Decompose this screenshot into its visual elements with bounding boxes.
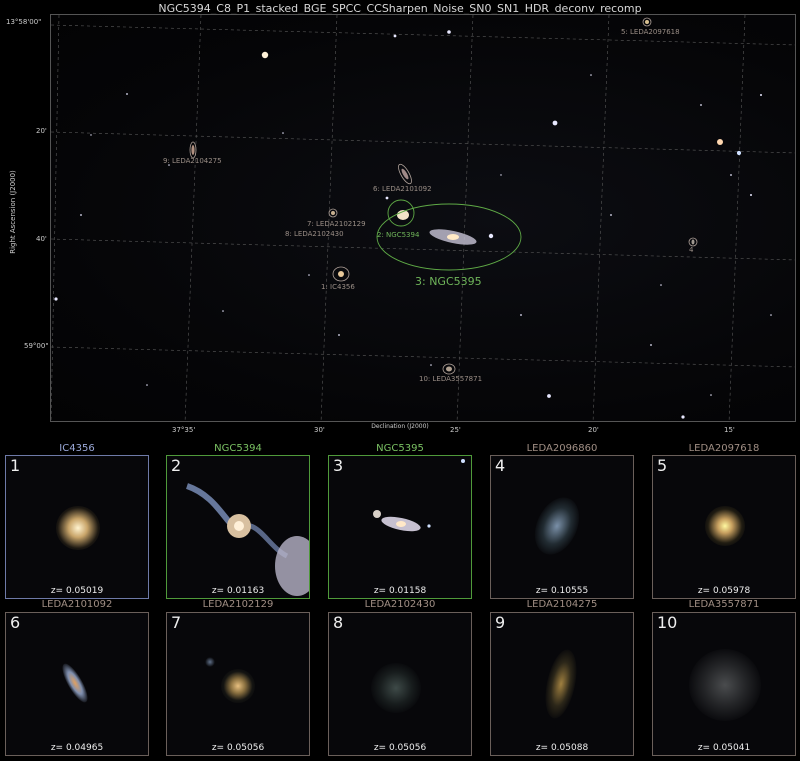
- galaxy-image: [221, 669, 255, 703]
- sky-field-image: 5: LEDA2097618 9: LEDA2104275 6: LEDA210…: [50, 14, 796, 422]
- thumb-number: 6: [10, 613, 21, 632]
- thumbnail-ngc5395: 3 z= 0.01158: [328, 455, 472, 599]
- thumb-number: 8: [333, 613, 344, 632]
- galaxy-image: [526, 490, 588, 562]
- thumb-name: NGC5394: [214, 443, 262, 454]
- thumb-number: 4: [495, 456, 506, 475]
- thumb-name: IC4356: [59, 443, 95, 454]
- thumb-name: LEDA2102129: [202, 599, 274, 610]
- y-tick-1: 20': [36, 127, 47, 135]
- galaxy-image: [56, 506, 100, 550]
- label-leda2097618: 5: LEDA2097618: [621, 28, 680, 36]
- thumb-name: LEDA2096860: [526, 443, 598, 454]
- thumb-name: LEDA2104275: [526, 599, 598, 610]
- y-tick-0: 13°58'00": [6, 18, 42, 26]
- thumb-name: LEDA2102430: [364, 599, 436, 610]
- thumbnail-leda2102430: 8 z= 0.05056: [328, 612, 472, 756]
- thumbnail-leda2096860: 4 z= 0.10555: [490, 455, 634, 599]
- label-leda2102129: 7: LEDA2102129: [307, 220, 366, 228]
- galaxy-image: [373, 459, 465, 532]
- galaxy-image: [185, 483, 309, 596]
- redshift-label: z= 0.05019: [50, 586, 104, 596]
- galaxy-image: [540, 646, 582, 722]
- thumb-name: NGC5395: [376, 443, 424, 454]
- thumb-number: 5: [657, 456, 668, 475]
- label-leda2102430: 8: LEDA2102430: [285, 230, 344, 238]
- thumbnail-ngc5394: 2 z= 0.01163: [166, 455, 310, 599]
- galaxy-image: [57, 660, 93, 706]
- redshift-label: z= 0.10555: [535, 586, 589, 596]
- label-leda3557871: 10: LEDA3557871: [419, 375, 483, 383]
- label-ic4356: 1: IC4356: [321, 283, 355, 291]
- redshift-label: z= 0.05056: [373, 743, 427, 753]
- redshift-label: z= 0.05056: [211, 743, 265, 753]
- label-ngc5394: 2: NGC5394: [377, 231, 420, 239]
- thumbnail-leda2097618: 5 z= 0.05978: [652, 455, 796, 599]
- coordinate-grid: [51, 15, 795, 421]
- thumb-number: 3: [333, 456, 344, 475]
- thumb-name: LEDA3557871: [688, 599, 760, 610]
- galaxy-image: [705, 506, 745, 546]
- thumb-number: 2: [171, 456, 182, 475]
- x-axis-label: Declination (J2000): [371, 423, 429, 430]
- redshift-label: z= 0.01163: [211, 586, 265, 596]
- y-tick-3: 59°00": [24, 342, 49, 350]
- thumb-name: LEDA2097618: [688, 443, 760, 454]
- thumbnail-ic4356: 1 z= 0.05019: [5, 455, 149, 599]
- thumb-number: 1: [10, 456, 21, 475]
- thumbnail-leda2101092: 6 z= 0.04965: [5, 612, 149, 756]
- y-tick-2: 40': [36, 235, 47, 243]
- redshift-label: z= 0.04965: [50, 743, 104, 753]
- thumb-name: LEDA2101092: [41, 599, 113, 610]
- redshift-label: z= 0.05088: [535, 743, 589, 753]
- label-leda2104275: 9: LEDA2104275: [163, 157, 222, 165]
- redshift-label: z= 0.01158: [373, 586, 427, 596]
- thumbnail-leda2102129: 7 z= 0.05056: [166, 612, 310, 756]
- label-ngc5395: 3: NGC5395: [415, 275, 482, 288]
- thumbnail-leda2104275: 9 z= 0.05088: [490, 612, 634, 756]
- label-leda2096860: 4: [689, 246, 694, 254]
- thumb-number: 9: [495, 613, 506, 632]
- thumb-number: 10: [657, 613, 678, 632]
- star-image: [205, 657, 215, 667]
- redshift-label: z= 0.05041: [697, 743, 751, 753]
- thumb-number: 7: [171, 613, 182, 632]
- label-leda2101092: 6: LEDA2101092: [373, 185, 432, 193]
- galaxy-image: [371, 663, 421, 713]
- galaxy-image: [689, 649, 761, 721]
- thumbnail-leda3557871: 10 z= 0.05041: [652, 612, 796, 756]
- y-axis-label: Right Ascension (J2000): [9, 170, 17, 254]
- redshift-label: z= 0.05978: [697, 586, 751, 596]
